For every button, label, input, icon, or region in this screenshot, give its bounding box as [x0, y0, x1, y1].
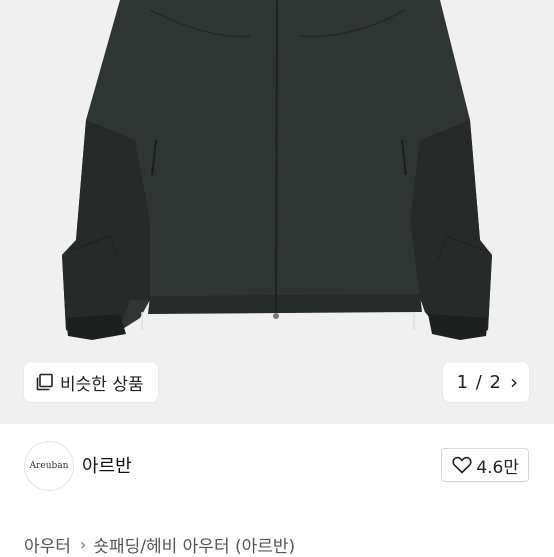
product-image[interactable]	[0, 0, 554, 424]
breadcrumb-item-outer[interactable]: 아우터	[24, 532, 71, 557]
like-count: 4.6만	[476, 457, 519, 478]
seller-section: Areuban 아르반 4.6만	[0, 424, 554, 514]
seller-name[interactable]: 아르반	[82, 452, 132, 478]
similar-products-label: 비슷한 상품	[60, 374, 144, 395]
breadcrumb-item-padding[interactable]: 숏패딩/헤비 아우터 (아르반)	[93, 532, 295, 557]
similar-products-button[interactable]: 비슷한 상품	[24, 362, 158, 402]
seller-avatar[interactable]: Areuban	[24, 441, 74, 491]
heart-icon	[452, 456, 472, 474]
similar-items-icon	[36, 373, 53, 391]
breadcrumb: 아우터 › 숏패딩/헤비 아우터 (아르반)	[24, 532, 295, 557]
jacket-illustration	[62, 0, 492, 340]
like-button[interactable]: 4.6만	[441, 448, 529, 482]
image-pager[interactable]: 1 / 2 ›	[442, 362, 529, 402]
chevron-right-icon: ›	[510, 370, 519, 394]
pager-text: 1 / 2	[456, 371, 502, 393]
chevron-right-icon: ›	[79, 535, 87, 554]
avatar-text: Areuban	[29, 461, 69, 471]
